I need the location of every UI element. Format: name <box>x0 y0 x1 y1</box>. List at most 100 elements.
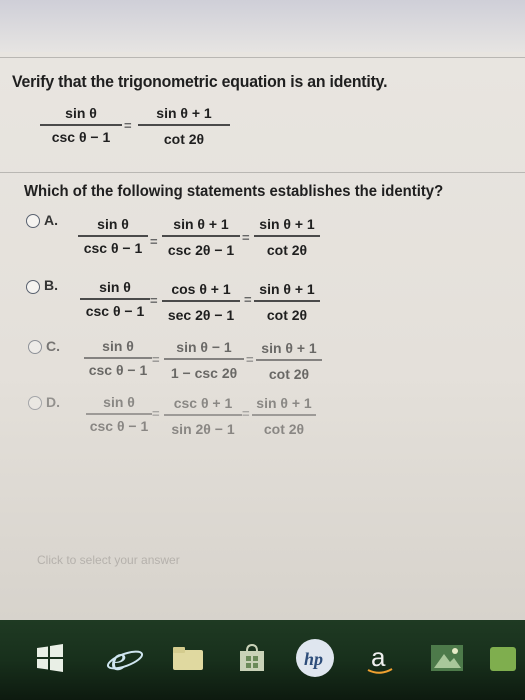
fraction-3: sin θ + 1 cot 2θ <box>256 339 322 383</box>
denominator: csc 2θ − 1 <box>167 242 235 258</box>
select-answer-hint: Click to select your answer <box>37 553 180 567</box>
numerator: csc θ + 1 <box>173 395 233 411</box>
amazon-logo-icon: a <box>367 642 393 674</box>
store-bag-icon <box>240 643 264 671</box>
photos-icon[interactable] <box>425 634 469 682</box>
numerator: sin θ <box>99 279 131 295</box>
fraction-bar <box>80 298 150 300</box>
numerator: sin θ + 1 <box>259 216 315 232</box>
numerator: sin θ + 1 <box>259 281 315 297</box>
fraction-1: sin θ csc θ − 1 <box>84 337 152 379</box>
fraction-bar <box>254 235 320 237</box>
radio-button[interactable] <box>28 396 42 410</box>
numerator: sin θ <box>102 338 134 354</box>
divider <box>0 57 525 58</box>
green-app-icon <box>490 647 516 671</box>
internet-explorer-icon[interactable]: e <box>100 634 150 682</box>
rhs-denominator: cot 2θ <box>163 131 205 147</box>
equals-sign: = <box>150 293 158 308</box>
hp-icon[interactable]: hp <box>290 634 340 682</box>
denominator: csc θ − 1 <box>85 303 145 319</box>
identity-equation: sin θ csc θ − 1 = sin θ + 1 cot 2θ <box>40 104 240 164</box>
fraction-bar <box>256 359 322 361</box>
radio-button[interactable] <box>26 214 40 228</box>
denominator: sin 2θ − 1 <box>171 421 235 437</box>
lhs-denominator: csc θ − 1 <box>51 129 111 145</box>
fraction-bar <box>162 235 240 237</box>
rhs-fraction: sin θ + 1 cot 2θ <box>138 104 230 148</box>
fraction-bar <box>254 300 320 302</box>
equals-sign: = <box>124 118 132 133</box>
numerator: sin θ − 1 <box>176 339 232 355</box>
windows-start-icon[interactable] <box>30 634 70 682</box>
denominator: csc θ − 1 <box>83 240 143 256</box>
fraction-1: sin θ csc θ − 1 <box>86 393 152 435</box>
file-explorer-icon[interactable] <box>168 634 208 682</box>
fraction-bar <box>84 357 152 359</box>
option-letter: C. <box>46 338 60 354</box>
numerator: cos θ + 1 <box>171 281 231 297</box>
fraction-3: sin θ + 1 cot 2θ <box>254 280 320 324</box>
denominator: cot 2θ <box>268 366 310 382</box>
equals-sign: = <box>244 292 252 307</box>
lhs-fraction: sin θ csc θ − 1 <box>40 104 122 146</box>
top-bar <box>0 0 525 52</box>
numerator: sin θ <box>97 216 129 232</box>
radio-button[interactable] <box>26 280 40 294</box>
option-letter: A. <box>44 212 58 228</box>
screen: Verify that the trigonometric equation i… <box>0 0 525 620</box>
equals-sign: = <box>242 406 250 421</box>
fraction-bar <box>162 300 240 302</box>
denominator: csc θ − 1 <box>88 362 148 378</box>
fraction-2: csc θ + 1 sin 2θ − 1 <box>164 394 242 438</box>
divider <box>0 172 525 173</box>
denominator: cot 2θ <box>266 242 308 258</box>
fraction-bar <box>78 235 148 237</box>
amazon-icon[interactable]: a <box>358 634 402 682</box>
taskbar: e hp a <box>0 620 525 700</box>
denominator: csc θ − 1 <box>89 418 149 434</box>
rhs-numerator: sin θ + 1 <box>156 105 212 121</box>
fraction-2: sin θ + 1 csc 2θ − 1 <box>162 215 240 259</box>
numerator: sin θ + 1 <box>256 395 312 411</box>
prompt-text: Which of the following statements establ… <box>24 183 444 200</box>
fraction-3: sin θ + 1 cot 2θ <box>254 215 320 259</box>
fraction-2: sin θ − 1 1 − csc 2θ <box>164 338 244 382</box>
denominator: cot 2θ <box>266 307 308 323</box>
numerator: sin θ <box>103 394 135 410</box>
ie-logo-icon: e <box>106 641 144 678</box>
denominator: sec 2θ − 1 <box>167 307 235 323</box>
equals-sign: = <box>242 230 250 245</box>
fraction-bar <box>164 414 242 416</box>
hp-logo-icon: hp <box>296 639 334 677</box>
denominator: cot 2θ <box>263 421 305 437</box>
fraction-1: sin θ csc θ − 1 <box>80 278 150 320</box>
svg-text:hp: hp <box>304 649 323 669</box>
store-icon[interactable] <box>232 634 272 682</box>
question-text: Verify that the trigonometric equation i… <box>12 72 388 91</box>
svg-text:a: a <box>371 642 386 672</box>
fraction-3: sin θ + 1 cot 2θ <box>252 394 316 438</box>
fraction-bar <box>138 124 230 126</box>
fraction-bar <box>86 413 152 415</box>
fraction-2: cos θ + 1 sec 2θ − 1 <box>162 280 240 324</box>
equals-sign: = <box>150 234 158 249</box>
numerator: sin θ + 1 <box>173 216 229 232</box>
fraction-bar <box>252 414 316 416</box>
fraction-1: sin θ csc θ − 1 <box>78 215 148 257</box>
equals-sign: = <box>152 406 160 421</box>
folder-icon <box>173 647 203 670</box>
option-letter: B. <box>44 277 58 293</box>
denominator: 1 − csc 2θ <box>170 365 238 381</box>
radio-button[interactable] <box>28 340 42 354</box>
fraction-bar <box>40 124 122 126</box>
fraction-bar <box>164 358 244 360</box>
tray-icon[interactable] <box>483 634 523 682</box>
option-letter: D. <box>46 394 60 410</box>
equals-sign: = <box>246 352 254 367</box>
equals-sign: = <box>152 352 160 367</box>
lhs-numerator: sin θ <box>65 105 97 121</box>
numerator: sin θ + 1 <box>261 340 317 356</box>
windows-logo-icon <box>37 644 63 672</box>
mountain-photo-icon <box>431 645 463 671</box>
